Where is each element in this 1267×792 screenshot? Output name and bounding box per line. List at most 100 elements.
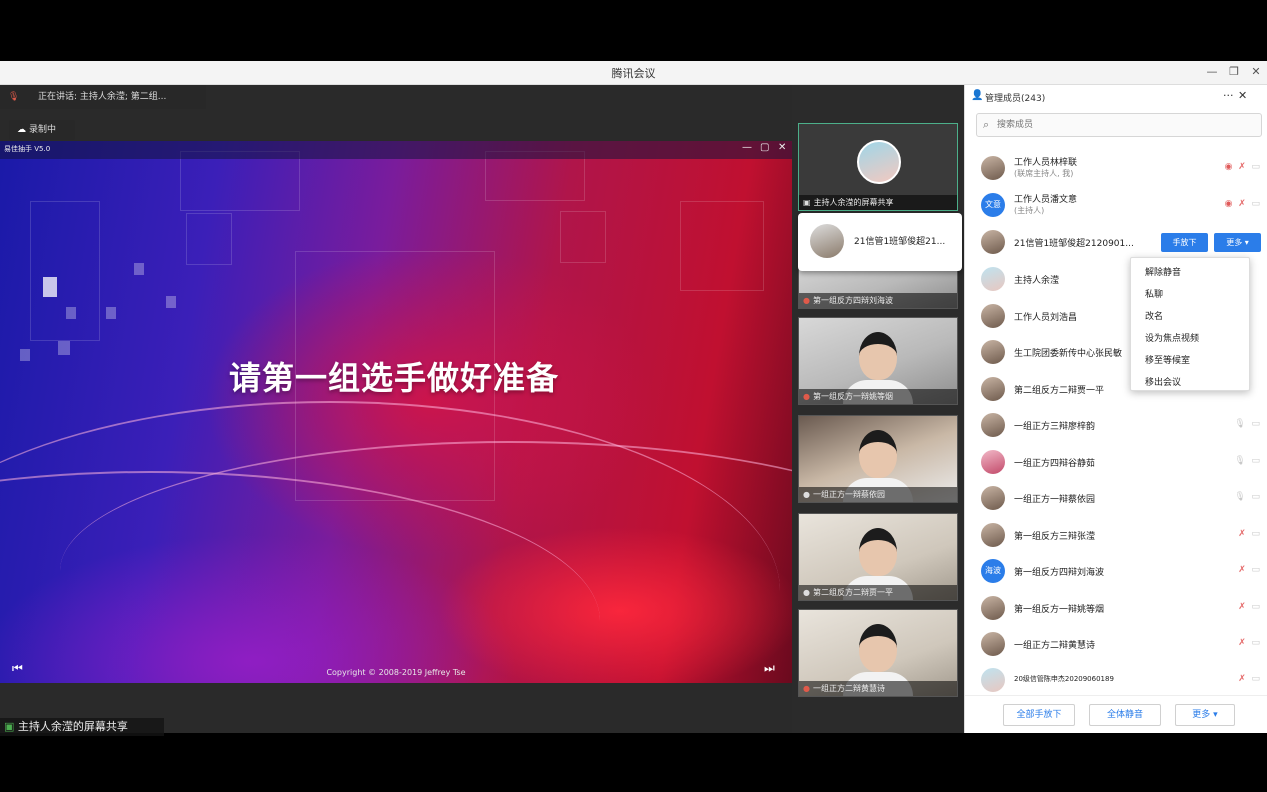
member-row[interactable]: 海波 第一组反方四辩刘海波 ✗ ▭ [965, 554, 1267, 590]
slide-copyright: Copyright © 2008-2019 Jeffrey Tse [326, 668, 466, 677]
member-name: 20级信管陈申杰20209060189 [1014, 675, 1114, 683]
member-row[interactable]: 一组正方一辩蔡依园 🎙 ▭ [965, 481, 1267, 517]
member-status-icons: 🎙 ▭ [1234, 456, 1260, 466]
search-input[interactable] [997, 117, 1247, 133]
slide-close-button[interactable]: ✕ [778, 142, 786, 153]
menu-item-unmute[interactable]: 解除静音 [1145, 265, 1181, 278]
screen-share-label: ▣ 主持人余滢的屏幕共享 [0, 718, 164, 736]
slide-app-name: 易佳抽手 V5.0 [4, 145, 51, 153]
member-action-menu: 解除静音 私聊 改名 设为焦点视频 移至等候室 移出会议 [1130, 257, 1250, 391]
member-row[interactable]: 第一组反方一辩姚等烟 ✗ ▭ [965, 591, 1267, 627]
member-row[interactable]: 20级信管陈申杰20209060189 ✗ ▭ [965, 663, 1267, 699]
slide-app-bar: 易佳抽手 V5.0 — ▢ ✕ [0, 141, 792, 159]
speaking-indicator: 🎙 正在讲话: 主持人余滢; 第二组... [0, 85, 206, 109]
deco-frame [30, 201, 100, 341]
member-name: 第一组反方四辩刘海波 [1014, 568, 1105, 578]
meeting-window: 腾讯会议 — ❐ ✕ 易佳抽手 V5.0 — ▢ ✕ 请第一组选手做好准备 Co… [0, 61, 1267, 736]
mute-all-button[interactable]: 全体静音 [1089, 704, 1161, 726]
mic-muted-icon: ✗ [1238, 565, 1246, 575]
member-row[interactable]: 一组正方四辩谷静茹 🎙 ▭ [965, 445, 1267, 481]
video-tile-name: 第一组反方一辩姚等烟 [812, 392, 893, 401]
maximize-button[interactable]: ❐ [1226, 64, 1242, 80]
menu-item-rename[interactable]: 改名 [1145, 309, 1163, 322]
window-close-button[interactable]: ✕ [1248, 64, 1264, 80]
member-role: (主持人) [1014, 206, 1045, 215]
member-search[interactable]: ⌕ [976, 113, 1262, 137]
member-row[interactable]: 21信管1班邹俊超2120901... 手放下 更多 ▾ [965, 225, 1267, 261]
cloud-record-icon: ☁ [17, 125, 26, 135]
video-tile[interactable]: ● 一组正方二辩黄慧诗 [798, 609, 958, 697]
participant-face [859, 430, 897, 478]
video-tile-name: 主持人余滢的屏幕共享 [813, 198, 894, 207]
video-strip[interactable]: ▣ 主持人余滢的屏幕共享 ● 第一组反方四辩刘海波 ● 第一组反方一辩姚等烟 ● 一组正… [792, 85, 964, 733]
deco-square [134, 263, 144, 275]
member-panel-footer: 全部手放下 全体静音 更多 ▾ [965, 695, 1267, 733]
video-tile[interactable]: ▣ 主持人余滢的屏幕共享 [798, 123, 958, 211]
deco-square [66, 307, 76, 319]
member-status-icons: ✗ ▭ [1238, 565, 1260, 575]
main-meeting-area: 易佳抽手 V5.0 — ▢ ✕ 请第一组选手做好准备 Copyright © 2… [0, 85, 792, 736]
recording-badge[interactable]: ☁ 录制中 [9, 120, 75, 140]
avatar [981, 156, 1005, 180]
avatar [981, 230, 1005, 254]
member-status-icons: ✗ ▭ [1238, 602, 1260, 612]
member-row[interactable]: 一组正方三辩廖梓韵 🎙 ▭ [965, 408, 1267, 444]
screen: 腾讯会议 — ❐ ✕ 易佳抽手 V5.0 — ▢ ✕ 请第一组选手做好准备 Co… [0, 0, 1267, 792]
recording-icon: ◉ [1224, 162, 1233, 172]
camera-icon: ▭ [1251, 492, 1260, 502]
app-title: 腾讯会议 [611, 67, 656, 80]
hand-down-button[interactable]: 手放下 [1161, 233, 1208, 252]
member-row[interactable]: 工作人员林梓联 (联席主持人, 我) ◉ ✗ ▭ [965, 151, 1267, 187]
video-tile-name: 第一组反方四辩刘海波 [812, 296, 893, 305]
camera-icon: ▭ [1251, 456, 1260, 466]
panel-more-button[interactable]: ··· [1223, 89, 1234, 102]
member-name: 第一组反方三辩张滢 [1014, 532, 1096, 542]
minimize-button[interactable]: — [1204, 64, 1220, 80]
slide-minimize-button[interactable]: — [742, 142, 752, 153]
camera-off-icon: ▭ [1251, 674, 1260, 684]
recording-icon: ◉ [1224, 199, 1233, 209]
member-row[interactable]: 第一组反方三辩张滢 ✗ ▭ [965, 518, 1267, 554]
video-tile-name: 一组正方二辩黄慧诗 [812, 684, 885, 693]
deco-square [166, 296, 176, 308]
deco-frame [180, 151, 300, 211]
video-tile[interactable]: ● 第二组反方二辩贾一平 [798, 513, 958, 601]
deco-frame [186, 213, 232, 265]
menu-item-private-chat[interactable]: 私聊 [1145, 287, 1163, 300]
all-hands-down-button[interactable]: 全部手放下 [1003, 704, 1075, 726]
video-tile[interactable]: ● 一组正方一辩蔡依园 [798, 415, 958, 503]
member-row[interactable]: 一组正方二辩黄慧诗 ✗ ▭ [965, 627, 1267, 663]
member-name: 主持人余滢 [1014, 276, 1060, 286]
slide-heading: 请第一组选手做好准备 [228, 359, 559, 397]
member-panel: 👤 管理成员(243) ··· ✕ ⌕ 工作人员林梓联 (联席主持人, 我) ◉… [964, 85, 1267, 733]
mic-icon: ● [803, 588, 810, 597]
participant-hover-card[interactable]: 21信管1班邹俊超21... [798, 213, 962, 271]
member-row[interactable]: 文意 工作人员潘文意 (主持人) ◉ ✗ ▭ [965, 188, 1267, 224]
menu-item-focus-video[interactable]: 设为焦点视频 [1145, 331, 1199, 344]
mic-muted-icon: ● [803, 684, 810, 693]
member-name: 第一组反方一辩姚等烟 [1014, 605, 1105, 615]
footer-more-button[interactable]: 更多 ▾ [1175, 704, 1235, 726]
avatar: 海波 [981, 559, 1005, 583]
camera-off-icon: ▭ [1251, 638, 1260, 648]
share-label-text: 主持人余滢的屏幕共享 [17, 720, 128, 733]
prev-slide-button[interactable]: ⏮ [12, 661, 23, 676]
member-name: 一组正方三辩廖梓韵 [1014, 422, 1096, 432]
search-icon: ⌕ [983, 118, 990, 131]
panel-close-button[interactable]: ✕ [1238, 89, 1247, 102]
member-name: 工作人员林梓联 [1014, 158, 1078, 168]
member-name: 一组正方二辩黄慧诗 [1014, 641, 1096, 651]
avatar [810, 224, 844, 258]
mic-muted-icon: ✗ [1238, 199, 1246, 209]
video-tile[interactable]: ● 第一组反方一辩姚等烟 [798, 317, 958, 405]
member-more-button[interactable]: 更多 ▾ [1214, 233, 1261, 252]
mic-muted-icon: ✗ [1238, 674, 1246, 684]
next-slide-button[interactable]: ⏭ [764, 661, 775, 676]
menu-item-remove[interactable]: 移出会议 [1145, 375, 1181, 388]
slide-maximize-button[interactable]: ▢ [760, 142, 769, 153]
title-bar: 腾讯会议 — ❐ ✕ [0, 61, 1267, 85]
member-panel-title: 管理成员(243) [985, 94, 1046, 104]
member-name: 生工院团委新传中心张民敏 [1014, 349, 1123, 359]
speaking-text: 正在讲话: 主持人余滢; 第二组... [38, 92, 167, 102]
menu-item-waiting-room[interactable]: 移至等候室 [1145, 353, 1190, 366]
